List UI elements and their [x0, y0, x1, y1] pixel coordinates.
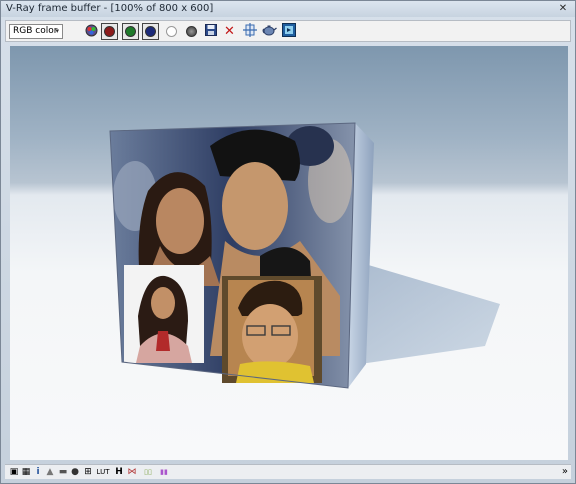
vfb-history-button[interactable] [280, 23, 297, 40]
expand-icon[interactable]: » [562, 466, 568, 477]
vfb-history-icon [281, 23, 296, 40]
toolbar: RGB color ▾ ✕ [5, 20, 571, 42]
alpha-channel-icon [166, 26, 177, 37]
teapot-icon [262, 24, 277, 39]
levels-icon[interactable]: ▲ [45, 467, 55, 477]
render-last-button[interactable] [261, 23, 278, 40]
save-image-icon [204, 24, 217, 39]
duplicate-to-max-button[interactable] [241, 23, 258, 40]
clear-image-button[interactable]: ✕ [221, 23, 238, 40]
clear-image-icon: ✕ [224, 24, 235, 39]
color-swatch-icon[interactable]: ▮▮ [157, 467, 171, 477]
curve-icon[interactable]: ▬ [58, 467, 68, 477]
pixel-info-icon[interactable]: ▦ [21, 467, 31, 477]
mono-mode-icon [186, 26, 197, 37]
red-channel-icon [104, 26, 115, 37]
green-channel-icon [125, 26, 136, 37]
mono-mode-button[interactable] [183, 23, 200, 40]
vfb-window: V-Ray frame buffer - [100% of 800 x 600]… [0, 0, 576, 484]
duplicate-to-max-icon [242, 23, 257, 40]
render-viewport[interactable] [10, 46, 568, 460]
display-correction-icon[interactable]: ▣ [9, 467, 19, 477]
close-button[interactable]: ✕ [557, 3, 569, 14]
channel-select[interactable]: RGB color ▾ [9, 24, 63, 39]
histogram-icon[interactable]: H [114, 467, 124, 477]
blue-channel-button[interactable] [142, 23, 159, 40]
info-icon[interactable]: i [33, 467, 43, 477]
red-channel-button[interactable] [101, 23, 118, 40]
stereo-icon[interactable]: ▯▯ [141, 467, 155, 477]
lut-icon[interactable]: LUT [96, 467, 110, 477]
save-image-button[interactable] [202, 23, 219, 40]
title-bar[interactable]: V-Ray frame buffer - [100% of 800 x 600]… [1, 1, 575, 17]
green-channel-button[interactable] [122, 23, 139, 40]
status-bar: ▣ ▦ i ▲ ▬ ● ⊞ LUT H ⋈ ▯▯ ▮▮ » [5, 464, 571, 479]
compare-icon[interactable]: ⋈ [127, 467, 137, 477]
blue-channel-icon [145, 26, 156, 37]
render-image [109, 122, 500, 389]
chevron-down-icon: ▾ [55, 27, 59, 35]
rgb-channels-button[interactable] [83, 23, 100, 40]
srgb-icon[interactable]: ⊞ [83, 467, 93, 477]
channel-select-value: RGB color [13, 26, 58, 36]
exposure-icon[interactable]: ● [70, 467, 80, 477]
window-title: V-Ray frame buffer - [100% of 800 x 600] [6, 3, 214, 14]
alpha-channel-button[interactable] [163, 23, 180, 40]
rgb-channels-icon [85, 24, 98, 40]
